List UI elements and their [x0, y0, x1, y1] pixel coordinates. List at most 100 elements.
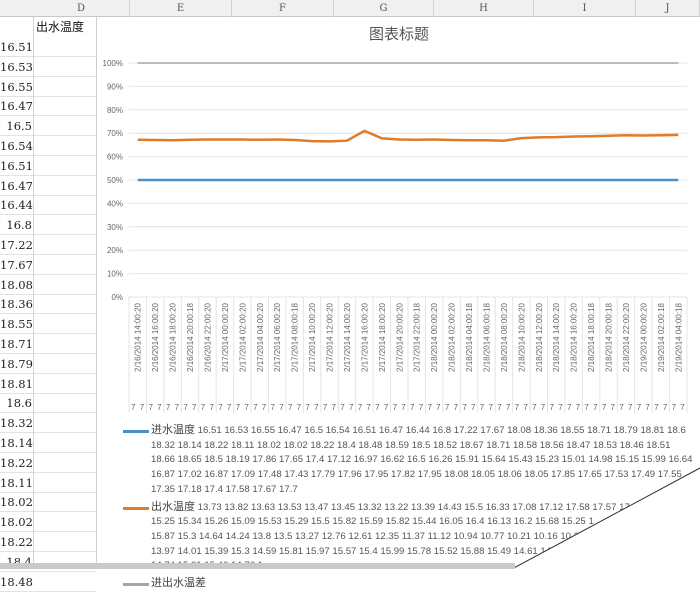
x-subcategory-label: 7	[515, 403, 520, 412]
cell-value[interactable]: 16.54	[0, 136, 33, 156]
cell-d-header[interactable]: 出水温度	[36, 18, 84, 35]
x-tick-label: 2/18/2014 22:00:20	[622, 302, 631, 372]
cell-value[interactable]: 18.22	[0, 532, 33, 552]
x-tick-label: 2/16/2014 20:00:18	[186, 302, 195, 372]
x-subcategory-label: 7	[532, 403, 537, 412]
legend-entry-inlet[interactable]: 进水温度 16.51 16.53 16.55 16.47 16.5 16.54 …	[123, 423, 700, 498]
x-subcategory-label: 7	[271, 403, 276, 412]
y-tick-label: 20%	[107, 246, 123, 255]
x-tick-label: 2/17/2014 20:00:20	[395, 302, 404, 372]
column-header-j[interactable]: J	[636, 0, 700, 17]
cell-value[interactable]: 17.67	[0, 255, 33, 275]
chart-area[interactable]: 图表标题 0%10%20%30%40%50%60%70%80%90%100%2/…	[96, 17, 700, 569]
column-header-f[interactable]: F	[232, 0, 334, 17]
legend-values: 13.97 14.01 15.39 15.3 14.59 15.81 15.97…	[151, 546, 578, 557]
cell-value[interactable]: 18.02	[0, 512, 33, 532]
cell-d[interactable]	[34, 334, 96, 354]
cell-d[interactable]	[34, 136, 96, 156]
x-subcategory-label: 7	[332, 403, 337, 412]
x-tick-label: 2/18/2014 14:00:20	[552, 302, 561, 372]
cell-d[interactable]	[34, 37, 96, 57]
cell-d[interactable]	[34, 156, 96, 176]
cell-d[interactable]	[34, 116, 96, 136]
column-header-i[interactable]: I	[534, 0, 636, 17]
x-subcategory-label: 7	[288, 403, 293, 412]
x-tick-label: 2/18/2014 20:00:18	[605, 302, 614, 372]
cell-value[interactable]: 16.53	[0, 57, 33, 77]
cell-value[interactable]: 18.22	[0, 453, 33, 473]
x-subcategory-label: 7	[209, 403, 214, 412]
cell-value[interactable]: 16.5	[0, 116, 33, 136]
x-subcategory-label: 7	[340, 403, 345, 412]
column-header-e[interactable]: E	[130, 0, 232, 17]
cell-value[interactable]: 16.47	[0, 96, 33, 116]
cell-d[interactable]	[34, 413, 96, 433]
series-line	[138, 131, 679, 142]
cell-d[interactable]	[34, 572, 96, 592]
cell-d[interactable]	[34, 275, 96, 295]
x-tick-label: 2/17/2014 16:00:20	[360, 302, 369, 372]
cell-d[interactable]	[34, 77, 96, 97]
cell-value[interactable]: 18.08	[0, 275, 33, 295]
cell-d[interactable]	[34, 473, 96, 493]
cell-d[interactable]	[34, 215, 96, 235]
cell-value[interactable]: 18.36	[0, 294, 33, 314]
column-header-bar: D E F G H I J	[0, 0, 700, 17]
cell-value[interactable]: 16.51	[0, 156, 33, 176]
cell-value[interactable]: 18.14	[0, 433, 33, 453]
cell-d[interactable]	[34, 176, 96, 196]
column-header-d[interactable]: D	[33, 0, 130, 17]
cell-value[interactable]: 16.44	[0, 195, 33, 215]
x-subcategory-label: 7	[445, 403, 450, 412]
x-tick-label: 2/16/2014 22:00:20	[203, 302, 212, 372]
cell-value[interactable]: 18.02	[0, 492, 33, 512]
cell-value[interactable]: 16.51	[0, 37, 33, 57]
column-header-g[interactable]: G	[334, 0, 434, 17]
legend-swatch-orange	[123, 507, 149, 510]
x-subcategory-label: 7	[619, 403, 624, 412]
cell-d[interactable]	[34, 374, 96, 394]
cell-d[interactable]	[34, 57, 96, 77]
cell-value[interactable]: 18.71	[0, 334, 33, 354]
x-tick-label: 2/16/2014 18:00:20	[169, 302, 178, 372]
x-subcategory-label: 7	[488, 403, 493, 412]
legend-entry-diff[interactable]: 进出水温差	[123, 576, 700, 592]
cell-d[interactable]	[34, 433, 96, 453]
x-tick-label: 2/17/2014 22:00:18	[413, 302, 422, 372]
cell-d[interactable]	[34, 453, 96, 473]
cell-value[interactable]: 18.32	[0, 413, 33, 433]
y-tick-label: 70%	[107, 129, 123, 138]
cell-d[interactable]	[34, 393, 96, 413]
cell-d[interactable]	[34, 532, 96, 552]
cell-value[interactable]: 16.55	[0, 77, 33, 97]
x-subcategory-label: 7	[227, 403, 232, 412]
cell-d[interactable]	[34, 512, 96, 532]
legend-values: 16.87 17.02 16.87 17.09 17.48 17.43 17.7…	[151, 469, 682, 480]
cell-d[interactable]	[34, 255, 96, 275]
cell-value[interactable]: 16.8	[0, 215, 33, 235]
x-subcategory-label: 7	[358, 403, 363, 412]
cell-d[interactable]	[34, 492, 96, 512]
x-tick-label: 2/17/2014 14:00:20	[343, 302, 352, 372]
cell-value[interactable]: 18.6	[0, 393, 33, 413]
x-subcategory-label: 7	[236, 403, 241, 412]
horizontal-scrollbar[interactable]	[0, 563, 515, 569]
cell-value[interactable]: 17.22	[0, 235, 33, 255]
cell-d[interactable]	[34, 235, 96, 255]
cell-value[interactable]: 18.55	[0, 314, 33, 334]
cell-value[interactable]: 18.11	[0, 473, 33, 493]
cell-d[interactable]	[34, 96, 96, 116]
column-header-h[interactable]: H	[434, 0, 534, 17]
cell-value[interactable]: 16.47	[0, 176, 33, 196]
cell-d[interactable]	[34, 354, 96, 374]
cell-value[interactable]: 18.81	[0, 374, 33, 394]
cell-d[interactable]	[34, 195, 96, 215]
cell-d[interactable]	[34, 294, 96, 314]
cell-d[interactable]	[34, 314, 96, 334]
cell-value[interactable]: 18.48	[0, 572, 33, 592]
x-subcategory-label: 7	[201, 403, 206, 412]
cell-value[interactable]: 18.79	[0, 354, 33, 374]
x-subcategory-label: 7	[602, 403, 607, 412]
x-subcategory-label: 7	[253, 403, 258, 412]
legend-values: 17.35 17.18 17.4 17.58 17.67 17.7	[151, 484, 298, 495]
